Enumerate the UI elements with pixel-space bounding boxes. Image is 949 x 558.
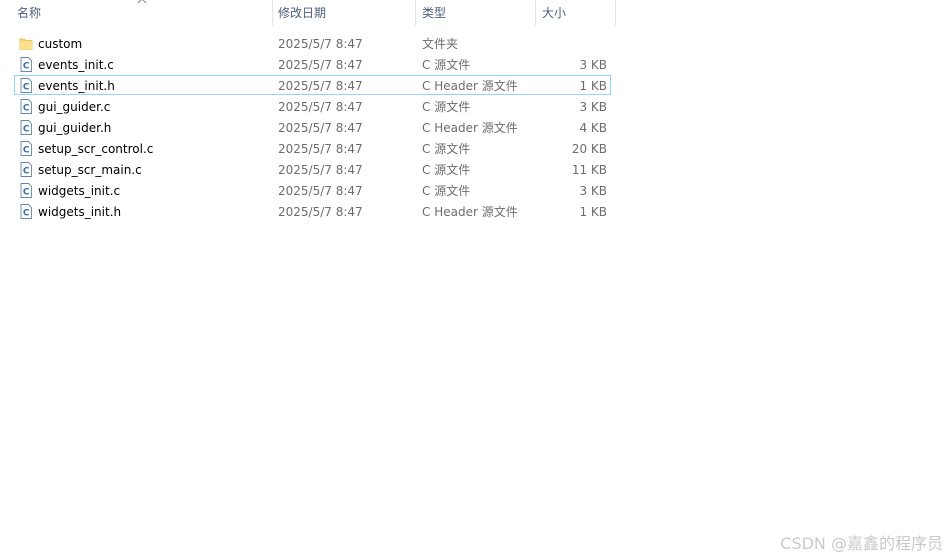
file-row-widgets-init-h[interactable]: C widgets_init.h 2025/5/7 8:47 C Header … bbox=[14, 201, 611, 221]
file-name: setup_scr_control.c bbox=[38, 142, 154, 156]
c-source-file-icon: C bbox=[20, 57, 32, 72]
file-size: 1 KB bbox=[579, 79, 607, 93]
svg-text:C: C bbox=[23, 83, 30, 93]
file-date: 2025/5/7 8:47 bbox=[278, 58, 363, 72]
file-date: 2025/5/7 8:47 bbox=[278, 37, 363, 51]
file-name: events_init.h bbox=[38, 79, 115, 93]
svg-text:C: C bbox=[23, 62, 30, 72]
file-row-events-init-c[interactable]: C events_init.c 2025/5/7 8:47 C 源文件 3 KB bbox=[14, 54, 611, 74]
file-size: 4 KB bbox=[579, 121, 607, 135]
file-explorer-view: 名称 修改日期 类型 大小 custom 2025/5/7 8:47 文件夹 C… bbox=[0, 0, 949, 558]
column-header-type-label: 类型 bbox=[422, 6, 447, 20]
column-header-size[interactable]: 大小 bbox=[536, 0, 616, 26]
file-date: 2025/5/7 8:47 bbox=[278, 121, 363, 135]
column-header-date[interactable]: 修改日期 bbox=[272, 0, 416, 26]
file-row-gui-guider-h[interactable]: C gui_guider.h 2025/5/7 8:47 C Header 源文… bbox=[14, 117, 611, 137]
file-size: 3 KB bbox=[579, 184, 607, 198]
svg-text:C: C bbox=[23, 104, 30, 114]
file-name: widgets_init.c bbox=[38, 184, 121, 198]
file-date: 2025/5/7 8:47 bbox=[278, 184, 363, 198]
file-type: C Header 源文件 bbox=[422, 205, 518, 219]
c-source-file-icon: C bbox=[20, 99, 32, 114]
file-size: 3 KB bbox=[579, 100, 607, 114]
column-header-size-label: 大小 bbox=[542, 6, 567, 20]
file-row-setup-scr-control-c[interactable]: C setup_scr_control.c 2025/5/7 8:47 C 源文… bbox=[14, 138, 611, 158]
c-source-file-icon: C bbox=[20, 162, 32, 177]
svg-text:C: C bbox=[23, 167, 30, 177]
file-type: 文件夹 bbox=[422, 37, 459, 51]
file-date: 2025/5/7 8:47 bbox=[278, 142, 363, 156]
c-source-file-icon: C bbox=[20, 183, 32, 198]
file-size: 1 KB bbox=[579, 205, 607, 219]
file-name: setup_scr_main.c bbox=[38, 163, 142, 177]
file-type: C 源文件 bbox=[422, 163, 471, 177]
file-size: 11 KB bbox=[571, 163, 607, 177]
file-type: C 源文件 bbox=[422, 100, 471, 114]
file-type: C Header 源文件 bbox=[422, 79, 518, 93]
file-row-setup-scr-main-c[interactable]: C setup_scr_main.c 2025/5/7 8:47 C 源文件 1… bbox=[14, 159, 611, 179]
file-name: gui_guider.c bbox=[38, 100, 111, 114]
file-date: 2025/5/7 8:47 bbox=[278, 205, 363, 219]
file-date: 2025/5/7 8:47 bbox=[278, 163, 363, 177]
column-header-date-label: 修改日期 bbox=[278, 6, 327, 20]
c-header-file-icon: C bbox=[20, 120, 32, 135]
file-type: C 源文件 bbox=[422, 142, 471, 156]
file-row-events-init-h[interactable]: C events_init.h 2025/5/7 8:47 C Header 源… bbox=[14, 75, 611, 95]
file-type: C Header 源文件 bbox=[422, 121, 518, 135]
file-name: events_init.c bbox=[38, 58, 114, 72]
file-row-custom[interactable]: custom 2025/5/7 8:47 文件夹 bbox=[14, 33, 611, 53]
watermark-text: CSDN @嘉鑫的程序员 bbox=[780, 534, 943, 553]
column-divider[interactable] bbox=[615, 0, 616, 26]
file-name: widgets_init.h bbox=[38, 205, 122, 219]
c-header-file-icon: C bbox=[20, 78, 32, 93]
file-row-widgets-init-c[interactable]: C widgets_init.c 2025/5/7 8:47 C 源文件 3 K… bbox=[14, 180, 611, 200]
svg-text:C: C bbox=[23, 188, 30, 198]
file-size: 20 KB bbox=[571, 142, 607, 156]
file-name: custom bbox=[38, 37, 83, 51]
column-header-bar: 名称 修改日期 类型 大小 bbox=[0, 0, 620, 26]
file-size: 3 KB bbox=[579, 58, 607, 72]
c-source-file-icon: C bbox=[20, 141, 32, 156]
file-type: C 源文件 bbox=[422, 184, 471, 198]
c-header-file-icon: C bbox=[20, 204, 32, 219]
svg-text:C: C bbox=[23, 125, 30, 135]
column-header-name-label: 名称 bbox=[17, 6, 42, 20]
svg-text:C: C bbox=[23, 209, 30, 219]
sort-ascending-icon bbox=[137, 0, 147, 4]
file-row-gui-guider-c[interactable]: C gui_guider.c 2025/5/7 8:47 C 源文件 3 KB bbox=[14, 96, 611, 116]
file-type: C 源文件 bbox=[422, 58, 471, 72]
svg-text:C: C bbox=[23, 146, 30, 156]
file-name: gui_guider.h bbox=[38, 121, 112, 135]
file-date: 2025/5/7 8:47 bbox=[278, 100, 363, 114]
file-date: 2025/5/7 8:47 bbox=[278, 79, 363, 93]
column-header-type[interactable]: 类型 bbox=[416, 0, 536, 26]
folder-icon bbox=[19, 38, 33, 50]
